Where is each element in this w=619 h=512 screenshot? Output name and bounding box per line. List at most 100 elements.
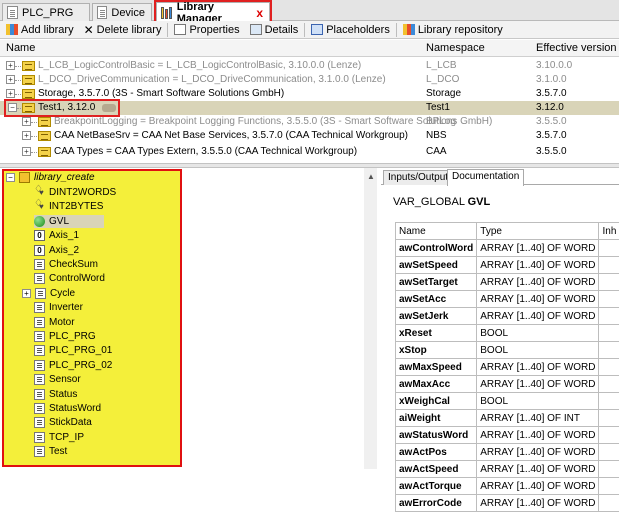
expand-icon[interactable]: +: [22, 131, 31, 140]
tree-item-label: INT2BYTES: [49, 201, 103, 212]
variable-type: ARRAY [1..40] OF WORD: [477, 495, 599, 512]
library-row[interactable]: + BreakpointLogging = Breakpoint Logging…: [0, 115, 619, 129]
tab-device[interactable]: Device: [92, 3, 152, 21]
library-row[interactable]: + Storage, 3.5.7.0 (3S - Smart Software …: [0, 87, 619, 101]
pou-icon: [34, 374, 45, 385]
add-library-icon: [6, 24, 18, 35]
tree-item[interactable]: GVL: [34, 215, 104, 228]
tab-library-manager[interactable]: Library Manager x: [156, 2, 270, 22]
collapse-icon[interactable]: −: [8, 103, 17, 112]
variable-name: awSetTarget: [396, 274, 477, 291]
placeholders-icon: [311, 24, 323, 35]
tab-documentation[interactable]: Documentation: [447, 169, 524, 186]
tree-item[interactable]: StatusWord: [34, 402, 101, 415]
variable-inherited: [599, 478, 619, 495]
tree-item-label: StatusWord: [49, 403, 101, 414]
variable-name: awMaxAcc: [396, 376, 477, 393]
tree-item[interactable]: Test: [34, 445, 67, 458]
library-icon: [38, 147, 51, 157]
tab-plc-prg[interactable]: PLC_PRG: [2, 3, 90, 21]
library-icon: [22, 89, 35, 99]
expand-icon[interactable]: +: [22, 147, 31, 156]
library-row[interactable]: + CAA NetBaseSrv = CAA Net Base Services…: [0, 129, 619, 143]
details-icon: [250, 24, 262, 35]
tree-item[interactable]: 0Axis_1: [34, 229, 79, 242]
scroll-up-icon[interactable]: ▲: [367, 172, 375, 181]
variable-row: aiWeightARRAY [1..40] OF INT: [396, 410, 619, 427]
pou-icon: [34, 446, 45, 457]
expand-icon[interactable]: +: [6, 89, 15, 98]
column-header-namespace[interactable]: Namespace: [426, 42, 485, 54]
collapse-icon[interactable]: −: [6, 173, 15, 182]
library-icon: [38, 131, 51, 141]
toolbar-separator: [304, 23, 305, 37]
pou-icon: [34, 331, 45, 342]
expand-icon[interactable]: +: [6, 75, 15, 84]
close-icon[interactable]: x: [256, 6, 263, 20]
variable-row: awActTorqueARRAY [1..40] OF WORD: [396, 478, 619, 495]
column-header-name: Name: [396, 223, 477, 240]
tree-item[interactable]: PLC_PRG_01: [34, 344, 112, 357]
delete-library-button[interactable]: ✕ Delete library: [80, 22, 166, 38]
library-namespace: L_LCB: [426, 60, 457, 71]
variable-name: awActSpeed: [396, 461, 477, 478]
library-name: CAA NetBaseSrv = CAA Net Base Services, …: [54, 130, 408, 141]
column-header-version[interactable]: Effective version: [536, 42, 617, 54]
tree-item[interactable]: DINT2WORDS: [34, 186, 116, 199]
library-version: 3.5.7.0: [536, 88, 567, 99]
tree-item-label: PLC_PRG_02: [49, 360, 112, 371]
variables-header-row: Name Type Inh: [396, 223, 619, 240]
variable-type: ARRAY [1..40] OF WORD: [477, 376, 599, 393]
variable-row: awControlWordARRAY [1..40] OF WORD: [396, 240, 619, 257]
variable-row: awMaxSpeedARRAY [1..40] OF WORD: [396, 359, 619, 376]
tree-item[interactable]: CheckSum: [34, 258, 98, 271]
tree-item[interactable]: PLC_PRG: [34, 330, 96, 343]
tree-item[interactable]: ControlWord: [34, 272, 105, 285]
tree-item[interactable]: TCP_IP: [34, 431, 84, 444]
variable-row: awSetTargetARRAY [1..40] OF WORD: [396, 274, 619, 291]
tree-item[interactable]: PLC_PRG_02: [34, 359, 112, 372]
tree-item[interactable]: Status: [34, 388, 77, 401]
tree-item[interactable]: Inverter: [34, 301, 83, 314]
tree-item[interactable]: + Cycle: [22, 287, 75, 300]
add-library-button[interactable]: Add library: [2, 22, 78, 38]
properties-button[interactable]: Properties: [170, 22, 243, 38]
tree-item[interactable]: INT2BYTES: [34, 200, 103, 213]
library-namespace: L_DCO: [426, 74, 459, 85]
gvl-icon: [34, 216, 45, 227]
tree-item[interactable]: Motor: [34, 316, 75, 329]
vertical-scrollbar[interactable]: ▲: [364, 168, 377, 469]
library-repository-label: Library repository: [418, 24, 503, 36]
library-row[interactable]: + L_DCO_DriveCommunication = L_DCO_Drive…: [0, 73, 619, 87]
document-icon: [97, 6, 107, 19]
expand-icon[interactable]: +: [22, 289, 31, 298]
details-tab-bar: Inputs/Outputs Documentation: [381, 168, 619, 185]
variable-type: ARRAY [1..40] OF WORD: [477, 427, 599, 444]
expand-icon[interactable]: +: [6, 61, 15, 70]
library-row[interactable]: + L_LCB_LogicControlBasic = L_LCB_LogicC…: [0, 59, 619, 73]
tree-item-label: Cycle: [50, 288, 75, 299]
column-header-name[interactable]: Name: [6, 42, 35, 54]
details-button[interactable]: Details: [246, 22, 303, 38]
variable-name: awControlWord: [396, 240, 477, 257]
library-repository-button[interactable]: Library repository: [399, 22, 507, 38]
variable-row: awSetJerkARRAY [1..40] OF WORD: [396, 308, 619, 325]
function-icon: [34, 187, 45, 198]
expand-icon[interactable]: +: [22, 117, 31, 126]
library-version: 3.5.7.0: [536, 130, 567, 141]
placeholders-button[interactable]: Placeholders: [307, 22, 394, 38]
library-version: 3.1.0.0: [536, 74, 567, 85]
tree-item[interactable]: Sensor: [34, 373, 81, 386]
variable-inherited: [599, 240, 619, 257]
tree-item[interactable]: 0Axis_2: [34, 244, 79, 257]
tree-item[interactable]: StickData: [34, 416, 92, 429]
pou-icon: [34, 302, 45, 313]
library-icon: [22, 61, 35, 71]
column-header-type: Type: [477, 223, 599, 240]
library-row[interactable]: + CAA Types = CAA Types Extern, 3.5.5.0 …: [0, 145, 619, 159]
var-global-keyword: VAR_GLOBAL: [393, 196, 465, 208]
tree-root-library-create[interactable]: −library_create: [6, 171, 95, 184]
variable-row: awStatusWordARRAY [1..40] OF WORD: [396, 427, 619, 444]
library-row-selected[interactable]: − Test1, 3.12.0 Test1 3.12.0: [0, 101, 619, 115]
variable-name: aiWeight: [396, 410, 477, 427]
